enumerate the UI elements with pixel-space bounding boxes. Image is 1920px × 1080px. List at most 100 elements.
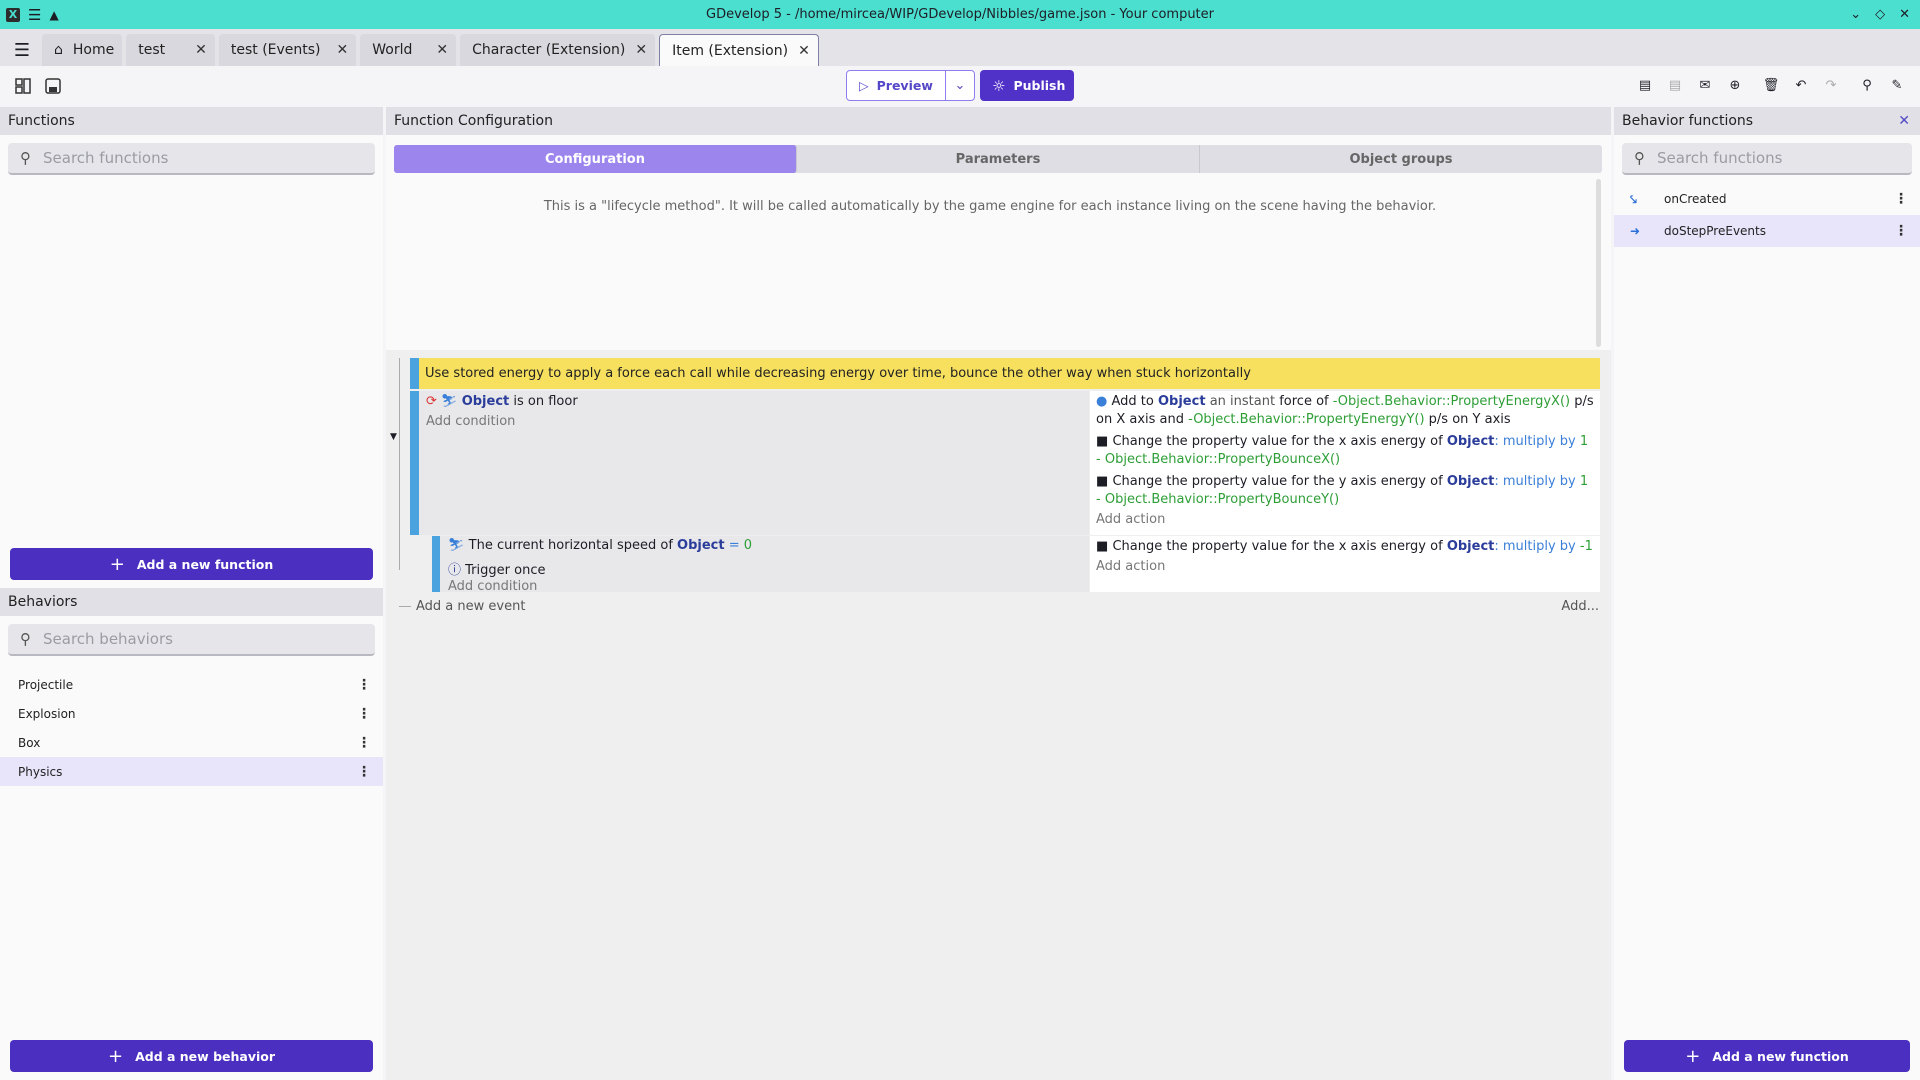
action-expression[interactable]: -Object.Behavior::PropertyEnergyY() xyxy=(1188,412,1424,427)
preview-options-chevron-icon[interactable]: ⌄ xyxy=(946,71,974,100)
action-change-energy-x[interactable]: ■ Change the property value for the x ax… xyxy=(1096,433,1594,469)
action-negate-energy-x[interactable]: ■ Change the property value for the x ax… xyxy=(1096,538,1594,556)
add-action-link[interactable]: Add action xyxy=(1096,558,1594,576)
undo-icon[interactable]: ↶ xyxy=(1788,72,1814,98)
tab-test-events[interactable]: test (Events) ✕ xyxy=(218,34,357,66)
close-tab-icon[interactable]: ✕ xyxy=(436,42,448,58)
condition-value[interactable]: 0 xyxy=(744,538,752,553)
close-panel-icon[interactable]: ✕ xyxy=(1898,113,1910,129)
add-comment-icon[interactable]: ✉ xyxy=(1692,72,1718,98)
event-2-bar[interactable] xyxy=(432,536,440,592)
project-manager-icon[interactable] xyxy=(10,73,36,99)
action-object[interactable]: Object xyxy=(1447,474,1495,489)
search-functions-input[interactable]: ⚲ Search functions xyxy=(8,143,375,175)
publish-button[interactable]: ☼ Publish xyxy=(980,70,1074,101)
redo-icon[interactable]: ↷ xyxy=(1818,72,1844,98)
action-object[interactable]: Object xyxy=(1447,434,1495,449)
add-more-icon[interactable]: ⊕ xyxy=(1722,72,1748,98)
tab-object-groups[interactable]: Object groups xyxy=(1200,145,1602,173)
add-function-button[interactable]: + Add a new function xyxy=(10,548,373,580)
maximize-icon[interactable]: ◇ xyxy=(1875,7,1885,22)
add-more-link[interactable]: Add... xyxy=(1561,599,1599,614)
tab-character-extension[interactable]: Character (Extension) ✕ xyxy=(460,34,656,66)
tab-label: test xyxy=(138,42,166,58)
action-object[interactable]: Object xyxy=(1447,539,1495,554)
search-behavior-functions-input[interactable]: ⚲ Search functions xyxy=(1622,143,1912,175)
add-condition-link[interactable]: Add condition xyxy=(448,579,537,594)
tab-home[interactable]: ⌂ Home xyxy=(42,34,123,66)
add-event-row-line xyxy=(399,606,411,607)
more-options-icon[interactable]: ⋮ xyxy=(1894,223,1908,239)
pin-icon[interactable]: ▲ xyxy=(49,8,58,22)
condition-object[interactable]: Object xyxy=(677,538,725,553)
search-placeholder: Search functions xyxy=(43,149,169,167)
event-2-condition[interactable]: ⛷ The current horizontal speed of Object… xyxy=(448,538,752,553)
physics-icon: ⟳ xyxy=(426,394,437,409)
add-event-icon[interactable]: ▤ xyxy=(1632,72,1658,98)
more-options-icon[interactable]: ⋮ xyxy=(1894,191,1908,207)
condition-operator[interactable]: = xyxy=(729,538,740,553)
condition-object[interactable]: Object xyxy=(462,394,510,409)
action-value[interactable]: -1 xyxy=(1580,539,1593,554)
close-tab-icon[interactable]: ✕ xyxy=(798,43,810,59)
tab-label: test (Events) xyxy=(230,42,321,58)
action-operator[interactable]: : multiply by xyxy=(1494,539,1575,554)
behavior-item-projectile[interactable]: Projectile ⋮ xyxy=(0,670,383,699)
event-1-bar[interactable] xyxy=(410,391,419,535)
condition-text: The current horizontal speed of xyxy=(468,538,673,553)
config-scrollbar[interactable] xyxy=(1596,179,1601,347)
tab-parameters[interactable]: Parameters xyxy=(797,145,1200,173)
preview-button[interactable]: ▷ Preview xyxy=(847,71,946,100)
event-2-trigger-once[interactable]: ⓘ Trigger once xyxy=(448,559,545,578)
add-action-link[interactable]: Add action xyxy=(1096,511,1594,529)
comment-event[interactable]: Use stored energy to apply a force each … xyxy=(410,358,1600,389)
more-options-icon[interactable]: ⋮ xyxy=(357,677,371,693)
play-icon: ▷ xyxy=(859,78,869,93)
action-text: force of xyxy=(1279,394,1329,409)
window-menu-icon[interactable]: ☰ xyxy=(28,6,41,24)
action-expression[interactable]: Object.Behavior::PropertyBounceY() xyxy=(1105,492,1339,507)
action-expression[interactable]: Object.Behavior::PropertyBounceX() xyxy=(1105,452,1340,467)
function-item-oncreated[interactable]: ⤥ onCreated ⋮ xyxy=(1614,183,1920,215)
more-options-icon[interactable]: ⋮ xyxy=(357,706,371,722)
minimize-icon[interactable]: ⌄ xyxy=(1850,7,1861,22)
tab-label: Home xyxy=(72,42,115,58)
action-operator[interactable]: : multiply by xyxy=(1494,474,1575,489)
action-param[interactable]: an instant xyxy=(1210,394,1275,409)
action-add-force[interactable]: ● Add to Object an instant force of -Obj… xyxy=(1096,393,1594,429)
search-icon[interactable]: ⚲ xyxy=(1854,72,1880,98)
close-window-icon[interactable]: ✕ xyxy=(1899,7,1910,22)
action-expression[interactable]: -Object.Behavior::PropertyEnergyX() xyxy=(1333,394,1570,409)
save-icon[interactable] xyxy=(40,73,66,99)
event-2-actions: ■ Change the property value for the x ax… xyxy=(1090,536,1600,592)
action-operator[interactable]: : multiply by xyxy=(1494,434,1575,449)
close-tab-icon[interactable]: ✕ xyxy=(337,42,349,58)
cube-icon: ■ xyxy=(1096,434,1109,449)
behavior-item-explosion[interactable]: Explosion ⋮ xyxy=(0,699,383,728)
tab-configuration[interactable]: Configuration xyxy=(394,145,797,173)
add-subevent-icon[interactable]: ▤ xyxy=(1662,72,1688,98)
add-behavior-function-button[interactable]: + Add a new function xyxy=(1624,1040,1910,1072)
hamburger-menu-icon[interactable]: ☰ xyxy=(4,34,40,66)
search-behaviors-input[interactable]: ⚲ Search behaviors xyxy=(8,624,375,656)
action-change-energy-y[interactable]: ■ Change the property value for the y ax… xyxy=(1096,473,1594,509)
add-new-event-link[interactable]: Add a new event xyxy=(416,599,525,614)
edit-settings-icon[interactable]: ✎ xyxy=(1884,72,1910,98)
more-options-icon[interactable]: ⋮ xyxy=(357,735,371,751)
collapse-toggle-icon[interactable]: ▼ xyxy=(390,432,397,442)
tab-world[interactable]: World ✕ xyxy=(360,34,457,66)
delete-icon[interactable]: 🗑 xyxy=(1758,72,1784,98)
add-behavior-button[interactable]: + Add a new behavior xyxy=(10,1040,373,1072)
more-options-icon[interactable]: ⋮ xyxy=(357,764,371,780)
tab-label: World xyxy=(372,42,413,58)
behavior-item-physics[interactable]: Physics ⋮ xyxy=(0,757,383,786)
event-1-condition[interactable]: ⟳ ⛷ Object is on floor xyxy=(426,394,578,409)
action-object[interactable]: Object xyxy=(1158,394,1206,409)
close-tab-icon[interactable]: ✕ xyxy=(195,42,207,58)
add-condition-link[interactable]: Add condition xyxy=(426,414,515,429)
tab-item-extension[interactable]: Item (Extension) ✕ xyxy=(659,34,819,66)
function-item-dosteppreevents[interactable]: ➜ doStepPreEvents ⋮ xyxy=(1614,215,1920,247)
close-tab-icon[interactable]: ✕ xyxy=(635,42,647,58)
tab-test[interactable]: test ✕ xyxy=(126,34,215,66)
behavior-item-box[interactable]: Box ⋮ xyxy=(0,728,383,757)
